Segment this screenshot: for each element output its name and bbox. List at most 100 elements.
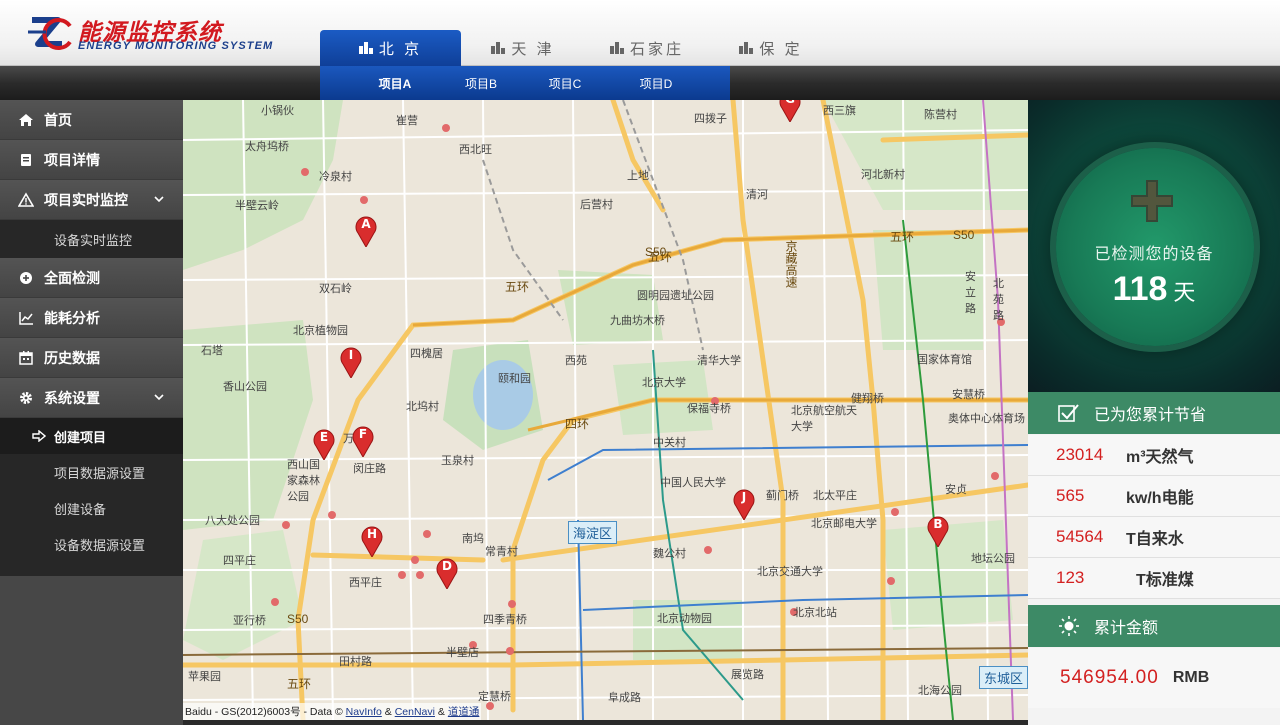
copyright-link[interactable]: NavInfo (346, 706, 382, 718)
sidebar-item-history[interactable]: 历史数据 (0, 338, 183, 378)
copyright-separator: & (437, 706, 445, 718)
calendar-icon (19, 350, 33, 365)
pin-label: B (933, 517, 943, 531)
sidebar-item-project-detail[interactable]: 项目详情 (0, 140, 183, 180)
tab-project-a[interactable]: 项目A (350, 75, 440, 92)
map-label: 南坞 (462, 533, 484, 545)
sidebar-item-label: 历史数据 (44, 349, 100, 366)
tab-project-d[interactable]: 项目D (608, 75, 704, 92)
project-pin[interactable]: B (927, 513, 949, 547)
map-label: 展览路 (731, 669, 764, 681)
savings-row: 23014 m³天然气 (1028, 435, 1280, 476)
sidebar-item-full-check[interactable]: 全面检测 (0, 258, 183, 298)
savings-unit: T自来水 (1126, 531, 1184, 548)
project-pin[interactable]: G (779, 100, 801, 122)
map-label: 闵庄路 (353, 463, 386, 475)
map-label: 九曲坊木桥 (610, 315, 665, 327)
home-icon (19, 113, 33, 126)
project-pin[interactable]: A (355, 213, 377, 247)
days-number: 118 (1112, 270, 1168, 308)
map-label: 太舟坞桥 (245, 141, 289, 153)
pin-label: A (361, 217, 371, 231)
map-label: 五环 (287, 677, 312, 691)
days-value: 118 天 (1028, 270, 1280, 309)
tab-city-tianjin[interactable]: 天 津 (461, 30, 585, 66)
map-label: 香山公园 (223, 381, 267, 393)
map-label: 常青村 (485, 546, 518, 558)
sidebar-item-system-settings[interactable]: 系统设置 (0, 378, 183, 418)
map-label: 保福寺桥 (687, 403, 731, 415)
submenu-device-datasource[interactable]: 设备数据源设置 (0, 526, 183, 562)
settings-submenu: 创建项目 项目数据源设置 创建设备 设备数据源设置 (0, 418, 183, 576)
sidebar-item-energy-analysis[interactable]: 能耗分析 (0, 298, 183, 338)
days-unit: 天 (1173, 280, 1196, 305)
sidebar-item-label: 能耗分析 (44, 309, 100, 326)
tab-city-label: 天 津 (511, 40, 555, 58)
map-view[interactable]: S50 S50 S50 五环 五环 五环 四环 京藏高速 小锅伙 崔营 西北旺 … (183, 100, 1028, 720)
submenu-create-project[interactable]: 创建项目 (0, 418, 183, 454)
highway-label: 四环 (565, 417, 590, 431)
total-amount: 546954.00 RMB (1028, 648, 1280, 708)
submenu-create-device[interactable]: 创建设备 (0, 490, 183, 526)
map-label: 四拨子 (694, 113, 727, 125)
tab-project-b[interactable]: 项目B (440, 75, 522, 92)
tab-project-c[interactable]: 项目C (522, 75, 608, 92)
map-label: 安立路 (965, 271, 976, 315)
map-label: 西三旗 (823, 105, 856, 117)
savings-unit: kw/h电能 (1126, 490, 1194, 507)
tab-city-shijiazhuang[interactable]: 石家庄 (585, 30, 709, 66)
map-label: 安慧桥 (952, 389, 985, 401)
copyright-link[interactable]: 道道通 (448, 706, 480, 718)
savings-unit: T标准煤 (1136, 572, 1194, 589)
district-label-haidian: 海淀区 (568, 521, 618, 544)
map-label: 定慧桥 (478, 691, 511, 703)
project-pin[interactable]: D (436, 555, 458, 589)
savings-header: 已为您累计节省 (1028, 392, 1280, 434)
header: 能源监控系统 ENERGY MONITORING SYSTEM 北 京 天 津 … (0, 0, 1280, 66)
tab-city-baoding[interactable]: 保 定 (709, 30, 833, 66)
project-pin[interactable]: E (313, 426, 335, 460)
project-pin[interactable]: I (340, 344, 362, 378)
map-label: 北京动物园 (657, 613, 712, 625)
map-label: 冷泉村 (319, 171, 352, 183)
map-label: 四槐居 (410, 348, 443, 360)
map-label: 北苑路 (993, 278, 1004, 322)
sun-icon (1059, 616, 1079, 636)
project-pin[interactable]: F (352, 423, 374, 457)
sidebar-item-home[interactable]: 首页 (0, 100, 183, 140)
savings-title: 已为您累计节省 (1094, 407, 1207, 424)
sidebar-item-realtime-monitor[interactable]: 项目实时监控 (0, 180, 183, 220)
copyright-separator: & (384, 706, 392, 718)
project-pin[interactable]: J (733, 486, 755, 520)
map-label: 中关村 (653, 437, 686, 449)
sidebar-item-label: 项目实时监控 (44, 191, 128, 208)
map-label: 健翔桥 (851, 393, 884, 405)
map-label: 颐和园 (498, 373, 531, 385)
map-label: 上地 (627, 170, 649, 182)
map-label: 崔营 (396, 115, 418, 127)
savings-unit: m³天然气 (1126, 449, 1194, 466)
map-label: 双石岭 (319, 283, 352, 295)
copyright-link[interactable]: CenNavi (395, 706, 435, 718)
submenu-project-datasource[interactable]: 项目数据源设置 (0, 454, 183, 490)
map-label: 清华大学 (697, 355, 741, 367)
map-label: 魏公村 (653, 548, 686, 560)
map-label: 玉泉村 (441, 455, 474, 467)
tab-city-label: 北 京 (378, 40, 423, 58)
map-label: 北坞村 (406, 401, 439, 413)
project-pin[interactable]: H (361, 523, 383, 557)
savings-row: 54564 T自来水 (1028, 517, 1280, 558)
project-bar: 项目A 项目B 项目C 项目D (0, 66, 1280, 100)
logo-subtitle: ENERGY MONITORING SYSTEM (78, 40, 274, 52)
map-label: 小锅伙 (261, 105, 294, 117)
logo[interactable]: 能源监控系统 ENERGY MONITORING SYSTEM (26, 10, 286, 58)
book-icon (21, 153, 31, 166)
project-tabs: 项目A 项目B 项目C 项目D (320, 66, 730, 100)
map-label: 圆明园遗址公园 (637, 290, 714, 302)
map-label: 田村路 (339, 656, 372, 668)
tab-city-beijing[interactable]: 北 京 (320, 30, 461, 66)
submenu-device-realtime[interactable]: 设备实时监控 (0, 220, 183, 258)
map-label: 安贞 (945, 484, 967, 496)
map-label: 北京大学 (642, 377, 686, 389)
pin-label: H (366, 527, 378, 541)
